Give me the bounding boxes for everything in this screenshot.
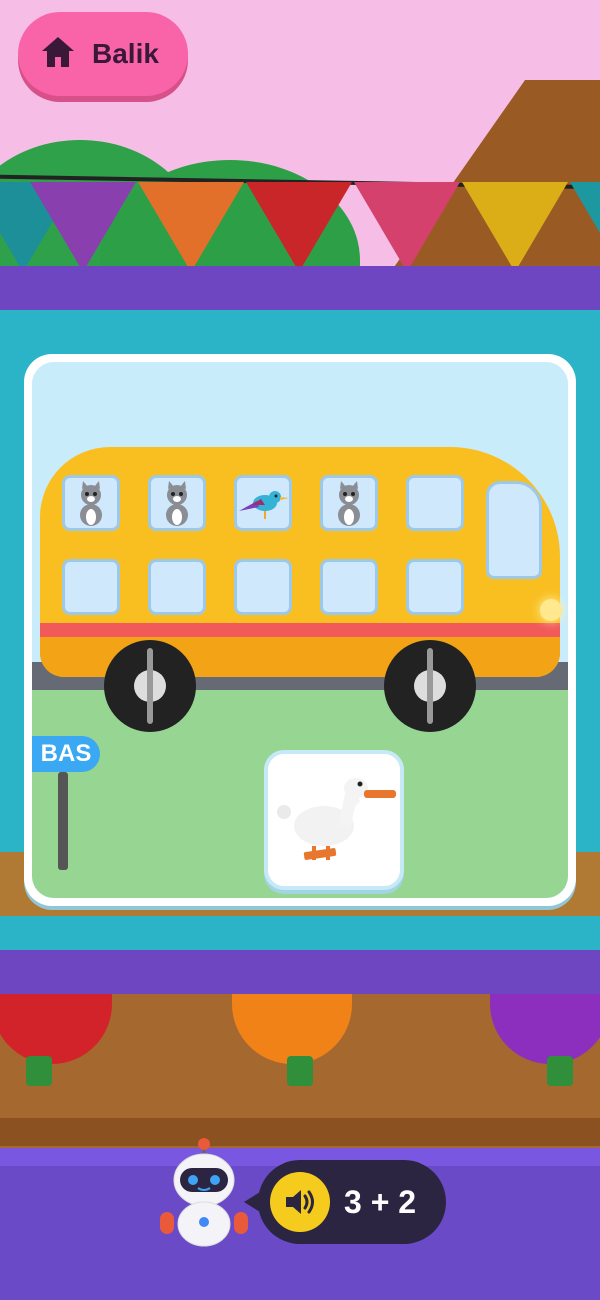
bunting-flag-teal-right [570, 182, 600, 272]
orange-fruit [232, 994, 352, 1064]
back-button[interactable]: Balik [18, 12, 188, 96]
goose-answer-card[interactable] [264, 750, 404, 890]
home-icon [40, 35, 76, 73]
bunting-flag-purple [30, 182, 136, 272]
speaker-icon [286, 1190, 314, 1214]
purple-trim-top [0, 266, 600, 310]
bus-door [486, 481, 542, 579]
bunting-flag-orange [138, 182, 244, 272]
red-fruit [0, 994, 112, 1064]
speech-tail [244, 1192, 260, 1212]
bus-window-5 [406, 475, 464, 531]
bus-scene: BAS [32, 362, 568, 898]
cat-icon [80, 481, 102, 526]
bunting-flag-yellow [462, 182, 568, 272]
fruit-stem [26, 1056, 52, 1086]
cat-icon [338, 481, 360, 526]
wheel-spoke [427, 648, 433, 724]
fruit-stem [287, 1056, 313, 1086]
bus-window-10 [406, 559, 464, 615]
question-card: BAS [24, 354, 576, 906]
bird-icon [239, 491, 289, 519]
bus-window-4 [320, 475, 378, 531]
bus-window-9 [320, 559, 378, 615]
bus-window-7 [148, 559, 206, 615]
speaker-button[interactable] [270, 1172, 330, 1232]
wooden-shelf [0, 994, 600, 1150]
bus-stop-sign: BAS [32, 736, 100, 772]
fruit-stem [547, 1056, 573, 1086]
bus-window-6 [62, 559, 120, 615]
bus-stripe [40, 623, 560, 637]
bus-wheel-front [104, 640, 196, 732]
bus-headlight [540, 599, 562, 621]
back-button-label: Balik [92, 38, 159, 69]
prompt-bubble: 3 + 2 [244, 1160, 446, 1244]
robot-mascot [158, 1138, 250, 1250]
bus-stop-pole [58, 772, 68, 870]
purple-fruit [490, 994, 600, 1064]
bunting-flag-pink [354, 182, 460, 272]
wheel-spoke [147, 648, 153, 724]
shelf-bar [0, 1118, 600, 1146]
school-bus [40, 447, 562, 677]
purple-trim-bottom [0, 950, 600, 994]
cat-icon [166, 481, 188, 526]
goose-icon [277, 778, 396, 860]
bus-window-3 [234, 475, 292, 531]
bunting-flag-red [246, 182, 352, 272]
equation-text: 3 + 2 [344, 1184, 417, 1220]
bus-window-8 [234, 559, 292, 615]
bus-window-1 [62, 475, 120, 531]
bus-wheel-rear [384, 640, 476, 732]
bus-window-2 [148, 475, 206, 531]
